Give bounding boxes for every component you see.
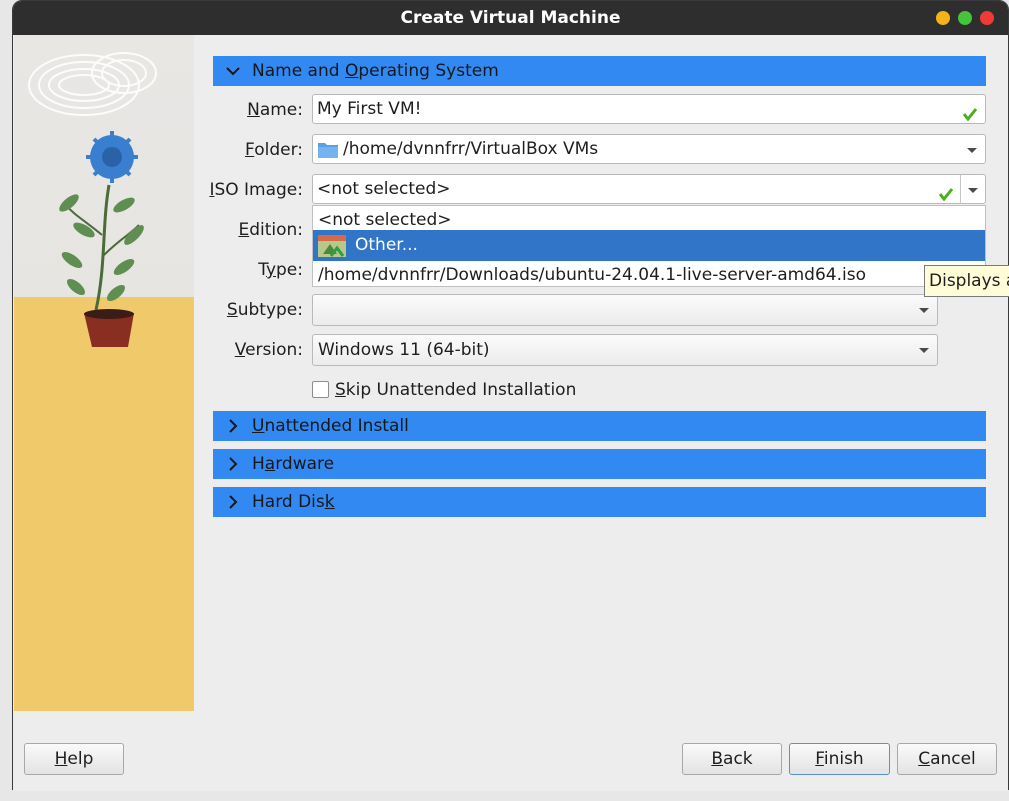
iso-option-other[interactable]: Other... — [313, 230, 985, 261]
section-hard-disk-header[interactable]: Hard Disk — [213, 487, 986, 517]
name-label: Name: — [247, 100, 303, 120]
section-hard-disk-label: Hard Disk — [252, 492, 335, 512]
minimize-button[interactable] — [936, 11, 950, 25]
window-title: Create Virtual Machine — [400, 8, 621, 28]
dropdown-arrow-icon[interactable] — [967, 148, 977, 153]
iso-option-ubuntu[interactable]: /home/dvnnfrr/Downloads/ubuntu-24.04.1-l… — [313, 261, 985, 289]
name-input-value: My First VM! — [317, 99, 422, 119]
iso-dropdown-button[interactable] — [960, 175, 985, 203]
chevron-right-icon — [225, 456, 241, 477]
chevron-down-icon — [225, 63, 241, 84]
dropdown-arrow-icon — [968, 188, 978, 193]
title-bar[interactable]: Create Virtual Machine — [13, 1, 1008, 35]
edition-label: Edition: — [238, 220, 303, 240]
subtype-label: Subtype: — [226, 300, 303, 320]
version-value: Windows 11 (64-bit) — [318, 340, 490, 360]
subtype-combobox[interactable] — [312, 294, 938, 326]
iso-image-value: <not selected> — [317, 179, 451, 199]
flower-pot-illustration — [28, 52, 157, 347]
wizard-illustration — [14, 35, 194, 711]
back-button[interactable]: Back — [682, 743, 782, 775]
section-hardware-header[interactable]: Hardware — [213, 449, 986, 479]
dropdown-arrow-icon — [919, 348, 929, 353]
dialog-window: Create Virtual Machine Name and Operatin… — [12, 0, 1009, 791]
tooltip: Displays a — [924, 265, 1009, 297]
folder-label: Folder: — [245, 140, 303, 160]
version-label: Version: — [234, 340, 303, 360]
maximize-button[interactable] — [958, 11, 972, 25]
skip-unattended-label: Skip Unattended Installation — [335, 380, 577, 400]
iso-image-combobox[interactable]: <not selected> — [312, 174, 986, 204]
skip-unattended-checkbox[interactable] — [312, 381, 329, 398]
name-input[interactable]: My First VM! — [312, 94, 986, 124]
section-name-os-label: Name and Operating System — [252, 61, 499, 81]
iso-image-dropdown-list[interactable]: <not selected> Other... /home/dvnnfrr/Do… — [312, 205, 986, 287]
section-name-os-header[interactable]: Name and Operating System — [213, 56, 986, 86]
version-combobox[interactable]: Windows 11 (64-bit) — [312, 334, 938, 366]
section-hardware-label: Hardware — [252, 454, 335, 474]
dropdown-arrow-icon — [919, 308, 929, 313]
close-button[interactable] — [980, 11, 994, 25]
type-label: Type: — [258, 260, 303, 280]
iso-option-other-label: Other... — [355, 235, 418, 255]
help-button[interactable]: Help — [24, 743, 124, 775]
folder-value: /home/dvnnfrr/VirtualBox VMs — [343, 139, 599, 159]
section-unattended-install-header[interactable]: Unattended Install — [213, 411, 986, 441]
folder-icon — [317, 140, 339, 168]
chevron-right-icon — [225, 494, 241, 515]
folder-selector[interactable]: /home/dvnnfrr/VirtualBox VMs — [312, 134, 986, 164]
cancel-button[interactable]: Cancel — [897, 743, 997, 775]
section-unattended-install-label: Unattended Install — [252, 416, 409, 436]
chevron-right-icon — [225, 418, 241, 439]
iso-image-label: ISO Image: — [209, 180, 303, 200]
checkmark-icon — [962, 102, 978, 130]
finish-button[interactable]: Finish — [789, 743, 890, 775]
